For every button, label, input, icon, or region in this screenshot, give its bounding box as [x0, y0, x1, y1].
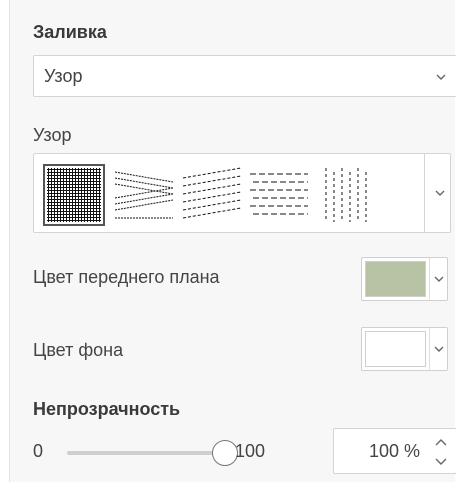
fill-section-title: Заливка: [33, 22, 107, 42]
diagonal-lines-pattern-swatch[interactable]: [181, 164, 243, 226]
grid-pattern-swatch[interactable]: [43, 164, 105, 226]
up-down-spinner-icon[interactable]: [434, 435, 448, 469]
foreground-color-swatch: [365, 261, 426, 297]
fill-type-value: Узор: [44, 66, 83, 86]
fill-type-select[interactable]: Узор: [33, 55, 456, 97]
fill-properties-panel: Заливка Узор Узор Цвет переднего плана Ц…: [9, 0, 456, 482]
color-button-divider: [429, 258, 430, 300]
color-button-divider: [429, 328, 430, 370]
pattern-label: Узор: [33, 125, 72, 145]
chevron-down-icon: [436, 72, 446, 82]
opacity-input[interactable]: 100 %: [333, 428, 456, 474]
dashed-lines-pattern-swatch[interactable]: [248, 164, 310, 226]
wave-lines-pattern-swatch[interactable]: [113, 164, 175, 226]
pattern-divider: [424, 154, 425, 232]
opacity-slider-track[interactable]: [67, 451, 219, 455]
foreground-color-label: Цвет переднего плана: [33, 267, 220, 287]
pattern-picker[interactable]: [33, 153, 451, 233]
chevron-down-icon: [434, 344, 444, 354]
background-color-button[interactable]: [361, 327, 448, 371]
opacity-section-title: Непрозрачность: [33, 399, 181, 419]
chevron-down-icon[interactable]: [435, 188, 445, 198]
background-color-label: Цвет фона: [33, 340, 124, 360]
vertical-dashes-pattern-swatch[interactable]: [316, 164, 378, 226]
chevron-down-icon: [434, 274, 444, 284]
opacity-max-label: 100: [235, 441, 266, 461]
foreground-color-button[interactable]: [361, 257, 448, 301]
opacity-value: 100 %: [368, 441, 420, 461]
opacity-min-label: 0: [33, 441, 44, 461]
background-color-swatch: [365, 331, 426, 367]
